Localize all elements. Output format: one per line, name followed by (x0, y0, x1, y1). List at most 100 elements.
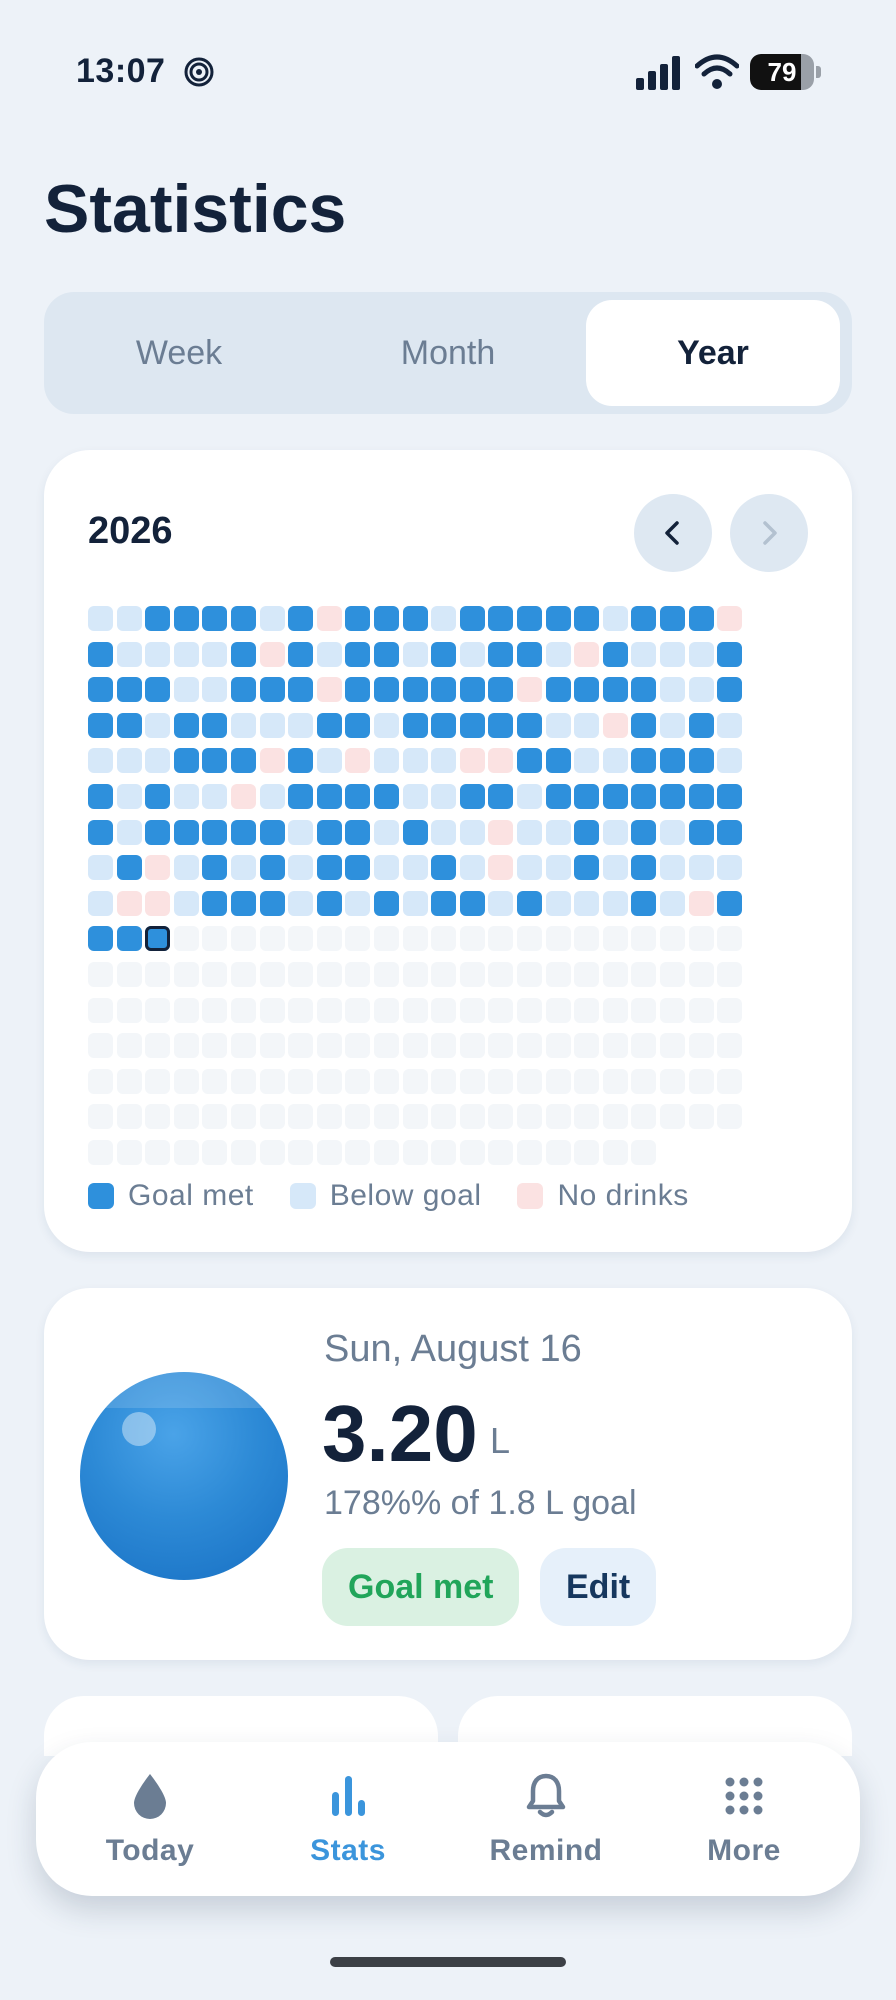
heatmap-cell-goal-met[interactable] (459, 677, 485, 703)
heatmap-cell-below-goal[interactable] (173, 784, 199, 809)
heatmap-cell-below-goal[interactable] (173, 641, 199, 667)
heatmap-cell-below-goal[interactable] (259, 712, 285, 738)
heatmap-cell-below-goal[interactable] (545, 855, 571, 881)
heatmap-cell-goal-met[interactable] (517, 641, 542, 667)
heatmap-cell-goal-met[interactable] (488, 606, 514, 631)
heatmap-cell-below-goal[interactable] (88, 855, 113, 881)
heatmap-cell-goal-met[interactable] (631, 819, 657, 845)
heatmap-cell-goal-met[interactable] (717, 677, 743, 703)
heatmap-cell-below-goal[interactable] (545, 641, 571, 667)
heatmap-cell-goal-met[interactable] (259, 855, 285, 881)
heatmap-cell-below-goal[interactable] (402, 748, 428, 774)
heatmap-cell-goal-met[interactable] (202, 855, 228, 881)
heatmap-cell-goal-met[interactable] (631, 677, 657, 703)
heatmap-cell-goal-met[interactable] (116, 926, 142, 952)
heatmap-cell-goal-met[interactable] (431, 890, 457, 916)
heatmap-cell-below-goal[interactable] (316, 641, 342, 667)
heatmap-cell-below-goal[interactable] (374, 855, 399, 881)
heatmap-cell-goal-met[interactable] (316, 855, 342, 881)
heatmap-cell-goal-met[interactable] (231, 819, 256, 845)
tab-today[interactable]: Today (50, 1742, 250, 1896)
heatmap-cell-goal-met[interactable] (517, 748, 542, 774)
heatmap-cell-no-drinks[interactable] (231, 784, 256, 809)
heatmap-cell-below-goal[interactable] (717, 855, 743, 881)
heatmap-cell-below-goal[interactable] (545, 819, 571, 845)
heatmap-cell-no-drinks[interactable] (717, 606, 743, 631)
heatmap-cell-no-drinks[interactable] (688, 890, 714, 916)
heatmap-cell-goal-met[interactable] (345, 606, 371, 631)
heatmap-cell-goal-met[interactable] (288, 641, 314, 667)
heatmap-cell-goal-met[interactable] (202, 890, 228, 916)
heatmap-cell-below-goal[interactable] (660, 641, 685, 667)
heatmap-cell-goal-met[interactable] (202, 748, 228, 774)
heatmap-cell-goal-met[interactable] (88, 926, 113, 952)
heatmap-cell-below-goal[interactable] (574, 712, 600, 738)
heatmap-cell-goal-met[interactable] (116, 712, 142, 738)
heatmap-cell-below-goal[interactable] (374, 712, 399, 738)
heatmap-cell-goal-met[interactable] (145, 677, 171, 703)
heatmap-cell-goal-met[interactable] (145, 606, 171, 631)
heatmap-cell-below-goal[interactable] (688, 641, 714, 667)
segment-month[interactable]: Month (321, 300, 575, 406)
heatmap-cell-goal-met[interactable] (688, 819, 714, 845)
heatmap-cell-below-goal[interactable] (145, 641, 171, 667)
heatmap-cell-below-goal[interactable] (288, 855, 314, 881)
heatmap-cell-goal-met[interactable] (688, 784, 714, 809)
heatmap-cell-below-goal[interactable] (345, 890, 371, 916)
heatmap-cell-below-goal[interactable] (431, 748, 457, 774)
heatmap-cell-below-goal[interactable] (660, 677, 685, 703)
heatmap-cell-goal-met[interactable] (345, 784, 371, 809)
heatmap-cell-below-goal[interactable] (116, 606, 142, 631)
heatmap-cell-goal-met[interactable] (288, 677, 314, 703)
heatmap-cell-goal-met[interactable] (145, 819, 171, 845)
heatmap-cell-goal-met[interactable] (717, 890, 743, 916)
heatmap-cell-goal-met[interactable] (545, 606, 571, 631)
heatmap-cell-goal-met[interactable] (402, 606, 428, 631)
heatmap-cell-below-goal[interactable] (660, 819, 685, 845)
heatmap-cell-goal-met[interactable] (631, 855, 657, 881)
heatmap-cell-below-goal[interactable] (116, 641, 142, 667)
heatmap-cell-goal-met[interactable] (717, 641, 743, 667)
heatmap-cell-goal-met[interactable] (345, 712, 371, 738)
heatmap-cell-below-goal[interactable] (459, 641, 485, 667)
heatmap-cell-goal-met[interactable] (602, 677, 628, 703)
heatmap-cell-goal-met[interactable] (459, 606, 485, 631)
heatmap-cell-goal-met[interactable] (374, 784, 399, 809)
heatmap-cell-below-goal[interactable] (374, 748, 399, 774)
heatmap-cell-below-goal[interactable] (116, 819, 142, 845)
heatmap-cell-goal-met[interactable] (88, 819, 113, 845)
heatmap-cell-goal-met[interactable] (316, 890, 342, 916)
heatmap-cell-below-goal[interactable] (517, 784, 542, 809)
heatmap-cell-goal-met[interactable] (717, 784, 743, 809)
heatmap-cell-below-goal[interactable] (717, 748, 743, 774)
heatmap-cell-below-goal[interactable] (574, 890, 600, 916)
heatmap-cell-below-goal[interactable] (173, 855, 199, 881)
previous-year-button[interactable] (634, 494, 712, 572)
heatmap-cell-below-goal[interactable] (602, 855, 628, 881)
heatmap-cell-below-goal[interactable] (545, 890, 571, 916)
heatmap-cell-goal-met[interactable] (488, 677, 514, 703)
heatmap-cell-below-goal[interactable] (202, 641, 228, 667)
heatmap-cell-goal-met[interactable] (173, 748, 199, 774)
heatmap-cell-goal-met[interactable] (574, 677, 600, 703)
heatmap-cell-goal-met[interactable] (116, 677, 142, 703)
heatmap-cell-goal-met[interactable] (231, 641, 256, 667)
heatmap-cell-no-drinks[interactable] (517, 677, 542, 703)
heatmap-cell-below-goal[interactable] (574, 748, 600, 774)
heatmap-cell-goal-met[interactable] (688, 606, 714, 631)
heatmap-cell-below-goal[interactable] (259, 784, 285, 809)
heatmap-cell-no-drinks[interactable] (488, 855, 514, 881)
heatmap-cell-goal-met[interactable] (660, 784, 685, 809)
heatmap-cell-no-drinks[interactable] (145, 855, 171, 881)
heatmap-cell-goal-met[interactable] (88, 641, 113, 667)
heatmap-cell-no-drinks[interactable] (345, 748, 371, 774)
heatmap-cell-no-drinks[interactable] (459, 748, 485, 774)
heatmap-cell-below-goal[interactable] (660, 890, 685, 916)
heatmap-cell-below-goal[interactable] (259, 606, 285, 631)
heatmap-cell-goal-met[interactable] (574, 784, 600, 809)
heatmap-cell-goal-met[interactable] (631, 784, 657, 809)
heatmap-cell-goal-met[interactable] (574, 819, 600, 845)
heatmap-cell-goal-met[interactable] (374, 890, 399, 916)
heatmap-cell-goal-met[interactable] (316, 819, 342, 845)
heatmap-cell-below-goal[interactable] (459, 855, 485, 881)
